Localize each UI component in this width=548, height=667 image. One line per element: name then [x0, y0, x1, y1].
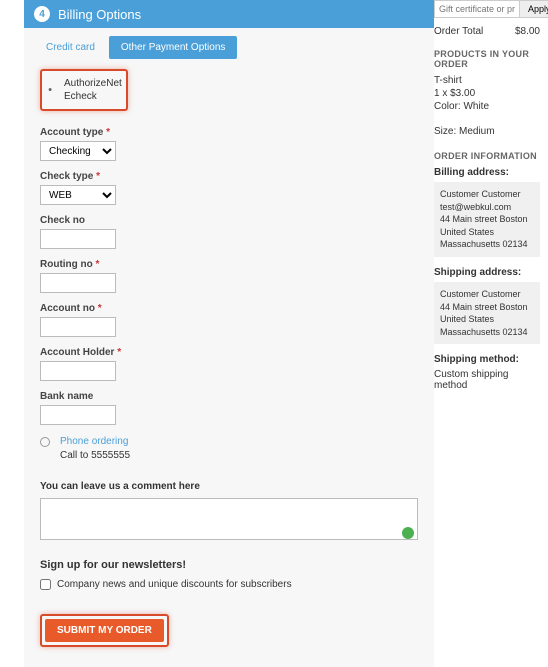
- product-color: Color: White: [434, 101, 540, 112]
- billing-address-box: Customer Customer test@webkul.com 44 Mai…: [434, 182, 540, 257]
- payment-method-authorizenet[interactable]: ● AuthorizeNet Echeck: [40, 69, 128, 111]
- routing-no-label: Routing no *: [40, 259, 418, 270]
- shipping-method-heading: Shipping method:: [434, 354, 540, 365]
- product-qty: 1 x $3.00: [434, 88, 540, 99]
- check-type-label: Check type *: [40, 171, 418, 182]
- product-name: T-shirt: [434, 75, 540, 86]
- account-type-select[interactable]: Checking: [40, 141, 116, 161]
- shipping-method-value: Custom shipping method: [434, 369, 540, 391]
- tab-credit-card[interactable]: Credit card: [34, 36, 107, 59]
- shipping-address-box: Customer Customer 44 Main street Boston …: [434, 282, 540, 344]
- bank-name-input[interactable]: [40, 405, 116, 425]
- account-holder-label: Account Holder *: [40, 347, 418, 358]
- billing-header: 4 Billing Options: [24, 0, 434, 28]
- phone-ordering-title: Phone ordering: [60, 435, 130, 449]
- payment-tabs: Credit card Other Payment Options: [24, 28, 434, 59]
- newsletter-checkbox[interactable]: [40, 579, 51, 590]
- account-no-input[interactable]: [40, 317, 116, 337]
- account-type-label: Account type *: [40, 127, 418, 138]
- account-holder-input[interactable]: [40, 361, 116, 381]
- promo-code-input[interactable]: [434, 0, 520, 18]
- radio-selected-icon: ●: [48, 87, 52, 94]
- method-line2: Echeck: [64, 90, 116, 103]
- bank-name-label: Bank name: [40, 391, 418, 402]
- billing-address-heading: Billing address:: [434, 167, 540, 178]
- grammarly-icon: [402, 527, 414, 539]
- order-total-value: $8.00: [515, 26, 540, 37]
- apply-button[interactable]: Apply: [520, 0, 548, 18]
- newsletter-heading: Sign up for our newsletters!: [40, 559, 418, 571]
- comment-textarea[interactable]: [40, 498, 418, 540]
- products-heading: PRODUCTS IN YOUR ORDER: [434, 49, 540, 69]
- method-line1: AuthorizeNet: [64, 77, 116, 90]
- submit-highlight: SUBMIT MY ORDER: [40, 614, 169, 647]
- order-info-heading: ORDER INFORMATION: [434, 151, 540, 161]
- shipping-address-heading: Shipping address:: [434, 267, 540, 278]
- page-title: Billing Options: [58, 7, 141, 22]
- newsletter-option: Company news and unique discounts for su…: [57, 579, 292, 590]
- comment-label: You can leave us a comment here: [40, 481, 418, 492]
- check-type-select[interactable]: WEB: [40, 185, 116, 205]
- step-number: 4: [34, 6, 50, 22]
- tab-other-payment[interactable]: Other Payment Options: [109, 36, 238, 59]
- routing-no-input[interactable]: [40, 273, 116, 293]
- check-no-label: Check no: [40, 215, 418, 226]
- product-size: Size: Medium: [434, 126, 540, 137]
- check-no-input[interactable]: [40, 229, 116, 249]
- phone-ordering-sub: Call to 5555555: [60, 449, 130, 463]
- submit-order-button[interactable]: SUBMIT MY ORDER: [45, 619, 164, 642]
- order-total-label: Order Total: [434, 26, 483, 37]
- phone-ordering-radio[interactable]: [40, 437, 50, 447]
- account-no-label: Account no *: [40, 303, 418, 314]
